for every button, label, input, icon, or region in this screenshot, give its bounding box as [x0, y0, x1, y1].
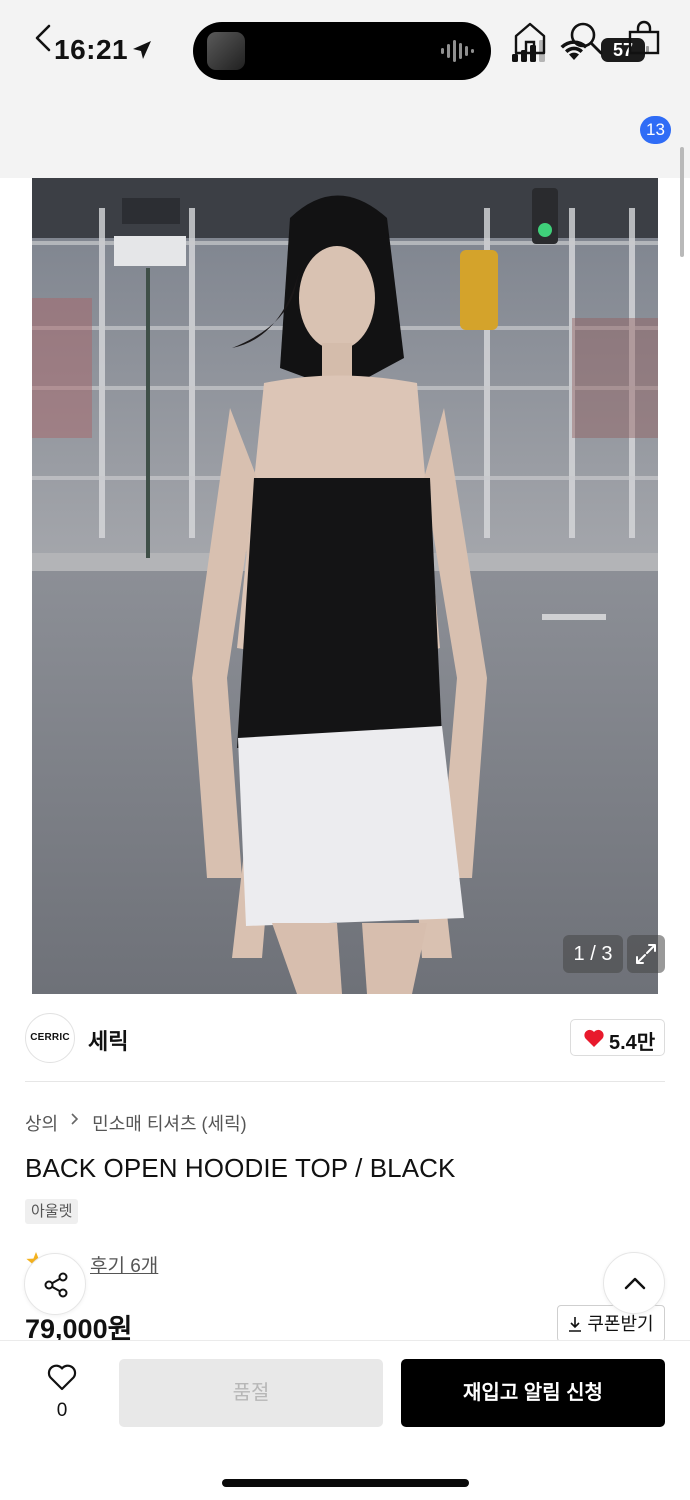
- home-icon[interactable]: [510, 18, 550, 58]
- now-playing-thumbnail: [207, 32, 245, 70]
- heart-icon: [584, 1029, 604, 1047]
- coupon-label: 쿠폰받기: [587, 1314, 654, 1334]
- status-time: 16:21: [54, 34, 129, 65]
- location-arrow-icon: [133, 41, 151, 59]
- share-icon: [44, 1272, 68, 1298]
- brand-like-button[interactable]: 5.4만: [570, 1019, 665, 1056]
- cart-icon[interactable]: [624, 18, 664, 58]
- cart-count-badge: 13: [640, 116, 671, 144]
- brand-name[interactable]: 세릭: [88, 1024, 128, 1056]
- home-indicator: [222, 1479, 469, 1487]
- outlet-tag: 아울렛: [25, 1199, 79, 1224]
- download-icon: [569, 1317, 582, 1332]
- top-nav: [0, 100, 690, 178]
- breadcrumb: 상의 민소매 티셔츠 (세릭): [25, 1110, 247, 1136]
- chevron-up-icon: [624, 1277, 646, 1290]
- audio-wave-icon: [441, 40, 474, 62]
- product-image[interactable]: [32, 178, 658, 994]
- restock-alert-button[interactable]: 재입고 알림 신청: [401, 1359, 665, 1427]
- review-link[interactable]: 후기 6개: [90, 1251, 158, 1278]
- soldout-button: 품절: [119, 1359, 383, 1427]
- search-icon[interactable]: [566, 18, 606, 58]
- image-counter: 1 / 3: [563, 935, 623, 973]
- divider: [25, 1081, 665, 1082]
- expand-icon: [636, 944, 656, 964]
- scroll-top-button[interactable]: [603, 1252, 665, 1314]
- brand-like-count: 5.4만: [609, 1032, 656, 1054]
- expand-image-button[interactable]: [627, 935, 665, 973]
- product-photo: [32, 178, 658, 994]
- dynamic-island: [193, 22, 491, 80]
- brand-logo[interactable]: CERRIC: [25, 1013, 75, 1063]
- breadcrumb-category[interactable]: 상의: [25, 1110, 58, 1136]
- coupon-button[interactable]: 쿠폰받기: [557, 1305, 665, 1342]
- share-button[interactable]: [24, 1253, 86, 1315]
- wishlist-count: 0: [56, 1400, 68, 1421]
- scrollbar[interactable]: [680, 147, 684, 257]
- breadcrumb-subcategory[interactable]: 민소매 티셔츠 (세릭): [92, 1110, 246, 1136]
- back-icon[interactable]: [24, 18, 64, 58]
- product-title: BACK OPEN HOODIE TOP / BLACK: [25, 1153, 456, 1183]
- heart-outline-icon[interactable]: [46, 1362, 78, 1392]
- chevron-right-icon: [71, 1113, 79, 1125]
